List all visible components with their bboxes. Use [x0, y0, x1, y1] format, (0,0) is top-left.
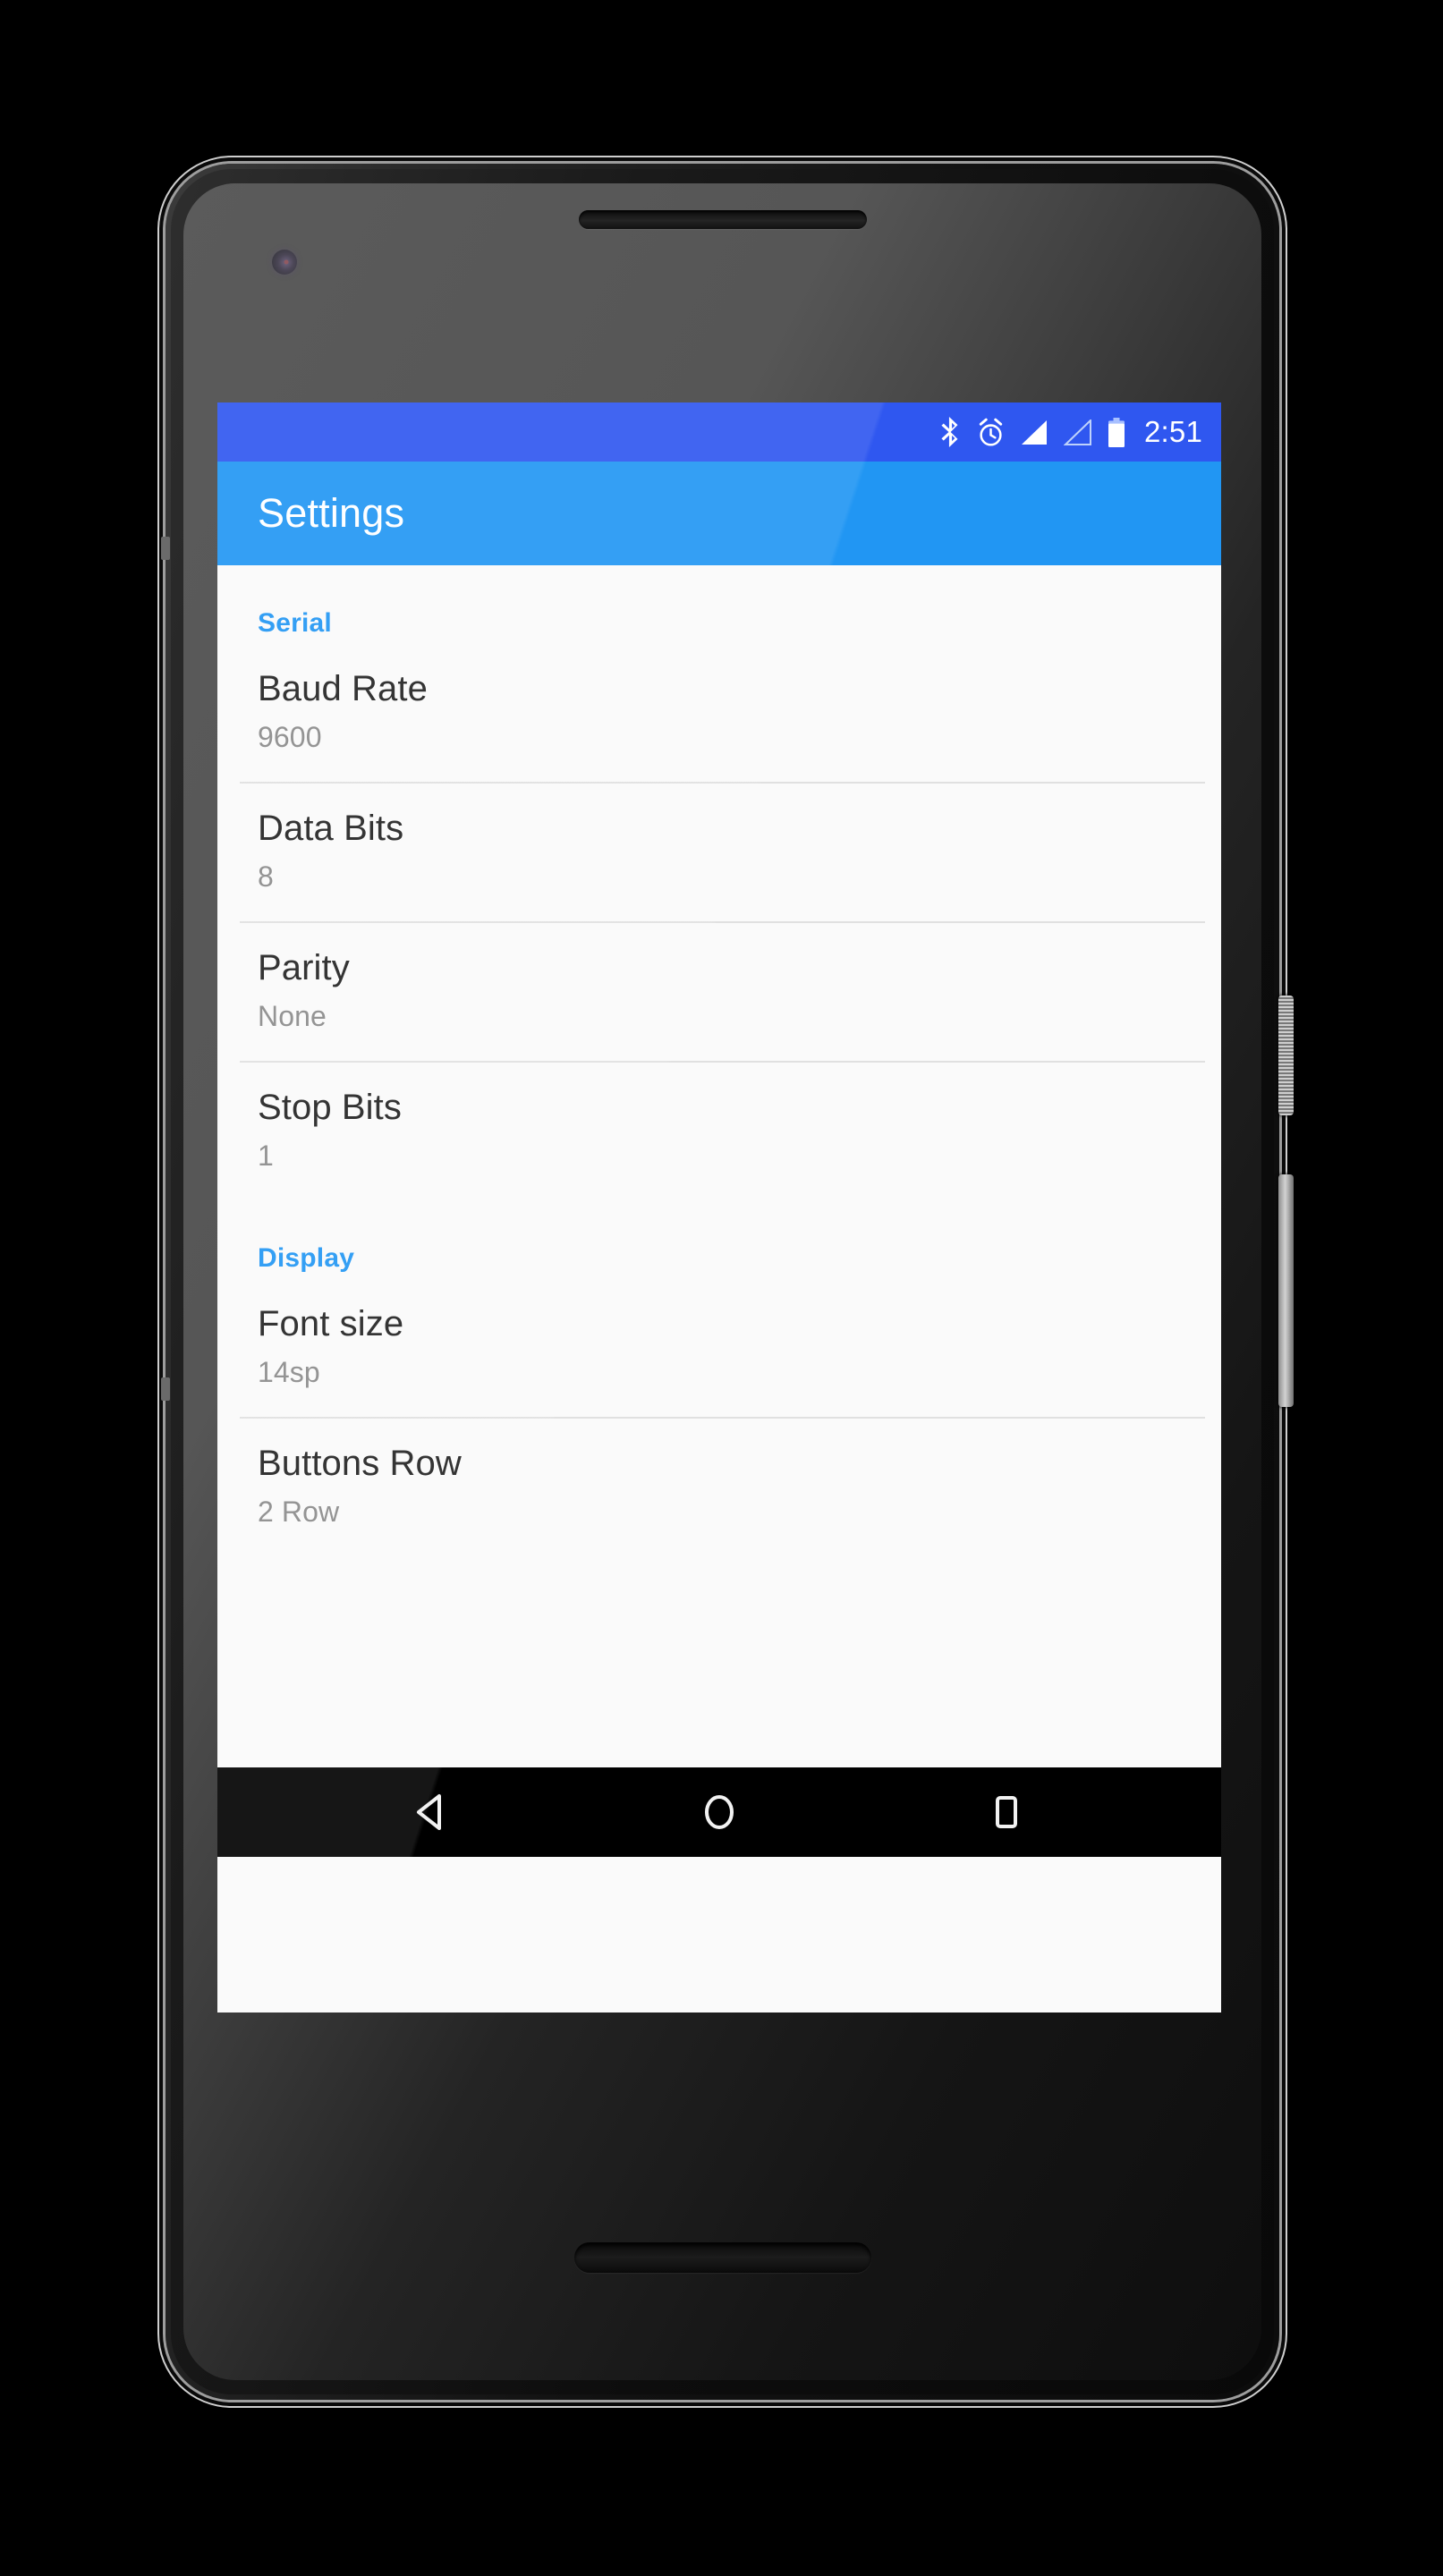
preference-summary: 1	[258, 1139, 274, 1172]
section-header-display: Display	[258, 1242, 355, 1273]
nav-back-button[interactable]	[378, 1767, 486, 1857]
alarm-icon	[977, 418, 1005, 447]
section-header-serial: Serial	[258, 608, 332, 638]
preference-row-baud-rate[interactable]: Baud Rate 9600	[217, 644, 1221, 782]
bottom-speaker	[573, 2242, 871, 2273]
signal-empty-icon	[1063, 419, 1092, 445]
preference-row-stop-bits[interactable]: Stop Bits 1	[217, 1063, 1221, 1200]
preference-title: Data Bits	[258, 808, 404, 848]
status-bar: 2:51	[217, 402, 1221, 462]
preference-title: Baud Rate	[258, 669, 428, 708]
preference-summary: 14sp	[258, 1355, 320, 1388]
preference-summary: 9600	[258, 720, 322, 753]
earpiece-speaker	[578, 210, 867, 229]
preference-row-data-bits[interactable]: Data Bits 8	[217, 784, 1221, 921]
navigation-bar	[217, 1767, 1221, 1857]
preference-row-font-size[interactable]: Font size 14sp	[217, 1279, 1221, 1417]
preference-title: Buttons Row	[258, 1443, 462, 1483]
nav-home-button[interactable]	[666, 1767, 773, 1857]
antenna-nub-bottom	[161, 1377, 170, 1401]
app-bar: Settings	[217, 462, 1221, 565]
page-title: Settings	[258, 490, 405, 536]
antenna-nub-top	[161, 537, 170, 560]
battery-icon	[1108, 417, 1125, 447]
preference-row-buttons-row[interactable]: Buttons Row 2 Row	[217, 1419, 1221, 1556]
front-camera	[272, 250, 297, 275]
preference-summary: None	[258, 999, 327, 1032]
preference-title: Parity	[258, 947, 350, 987]
preference-title: Stop Bits	[258, 1087, 402, 1127]
preference-row-parity[interactable]: Parity None	[217, 923, 1221, 1061]
signal-full-icon	[1020, 419, 1048, 445]
preference-summary: 2 Row	[258, 1495, 340, 1528]
volume-button[interactable]	[1278, 1174, 1294, 1407]
power-button[interactable]	[1278, 996, 1294, 1115]
nav-recents-button[interactable]	[953, 1767, 1060, 1857]
settings-list[interactable]: Serial Baud Rate 9600 Data Bits 8 Parity…	[217, 565, 1221, 1767]
phone-screen: 2:51 Settings Serial Baud Rate 9600 Data…	[217, 402, 1221, 2012]
preference-title: Font size	[258, 1303, 404, 1343]
status-bar-clock: 2:51	[1143, 415, 1202, 448]
bluetooth-icon	[938, 417, 962, 447]
preference-summary: 8	[258, 860, 274, 893]
